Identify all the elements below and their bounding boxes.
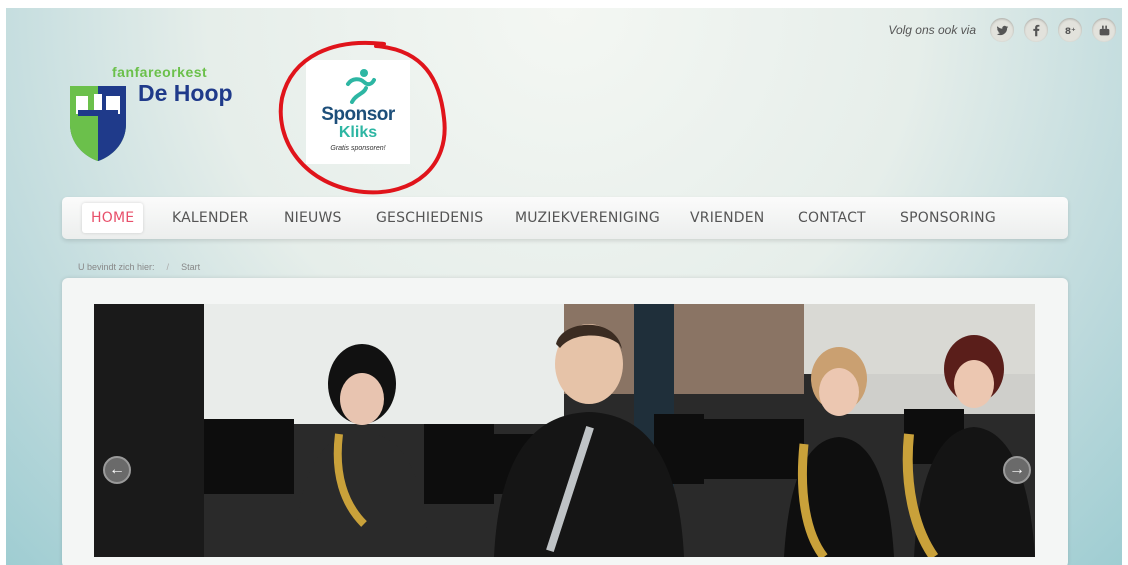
social-bar: Volg ons ook via 8⁺: [888, 18, 1116, 42]
nav-item-contact[interactable]: CONTACT: [789, 203, 875, 233]
nav-item-vrienden[interactable]: VRIENDEN: [681, 203, 773, 233]
facebook-icon[interactable]: [1024, 18, 1048, 42]
breadcrumb-separator: /: [166, 262, 170, 272]
nav-item-sponsoring[interactable]: SPONSORING: [891, 203, 1005, 233]
red-annotation-circle: [278, 41, 447, 195]
google-plus-icon[interactable]: 8⁺: [1058, 18, 1082, 42]
logo-kicker: fanfareorkest: [112, 64, 208, 80]
breadcrumb-link-start[interactable]: Start: [181, 262, 200, 272]
main-nav: HOME KALENDER NIEUWS GESCHIEDENIS MUZIEK…: [62, 197, 1068, 239]
slider-next-button[interactable]: →: [1003, 456, 1031, 484]
follow-label: Volg ons ook via: [888, 23, 976, 37]
nav-item-geschiedenis[interactable]: GESCHIEDENIS: [367, 203, 492, 233]
twitter-icon[interactable]: [990, 18, 1014, 42]
youtube-icon[interactable]: [1092, 18, 1116, 42]
shield-icon: [70, 86, 126, 161]
nav-item-nieuws[interactable]: NIEUWS: [275, 203, 351, 233]
orchestra-photo: [94, 304, 1035, 557]
breadcrumb-prefix: U bevindt zich hier:: [78, 262, 155, 272]
site-logo[interactable]: fanfareorkest De Hoop: [68, 64, 258, 174]
image-slider: [94, 304, 1035, 557]
slider-prev-button[interactable]: ←: [103, 456, 131, 484]
logo-title: De Hoop: [138, 80, 233, 106]
nav-item-muziekvereniging[interactable]: MUZIEKVERENIGING: [506, 203, 669, 233]
breadcrumb: U bevindt zich hier: / Start: [78, 262, 200, 272]
nav-item-home[interactable]: HOME: [82, 203, 144, 233]
svg-text:8⁺: 8⁺: [1064, 26, 1075, 36]
nav-item-kalender[interactable]: KALENDER: [163, 203, 258, 233]
